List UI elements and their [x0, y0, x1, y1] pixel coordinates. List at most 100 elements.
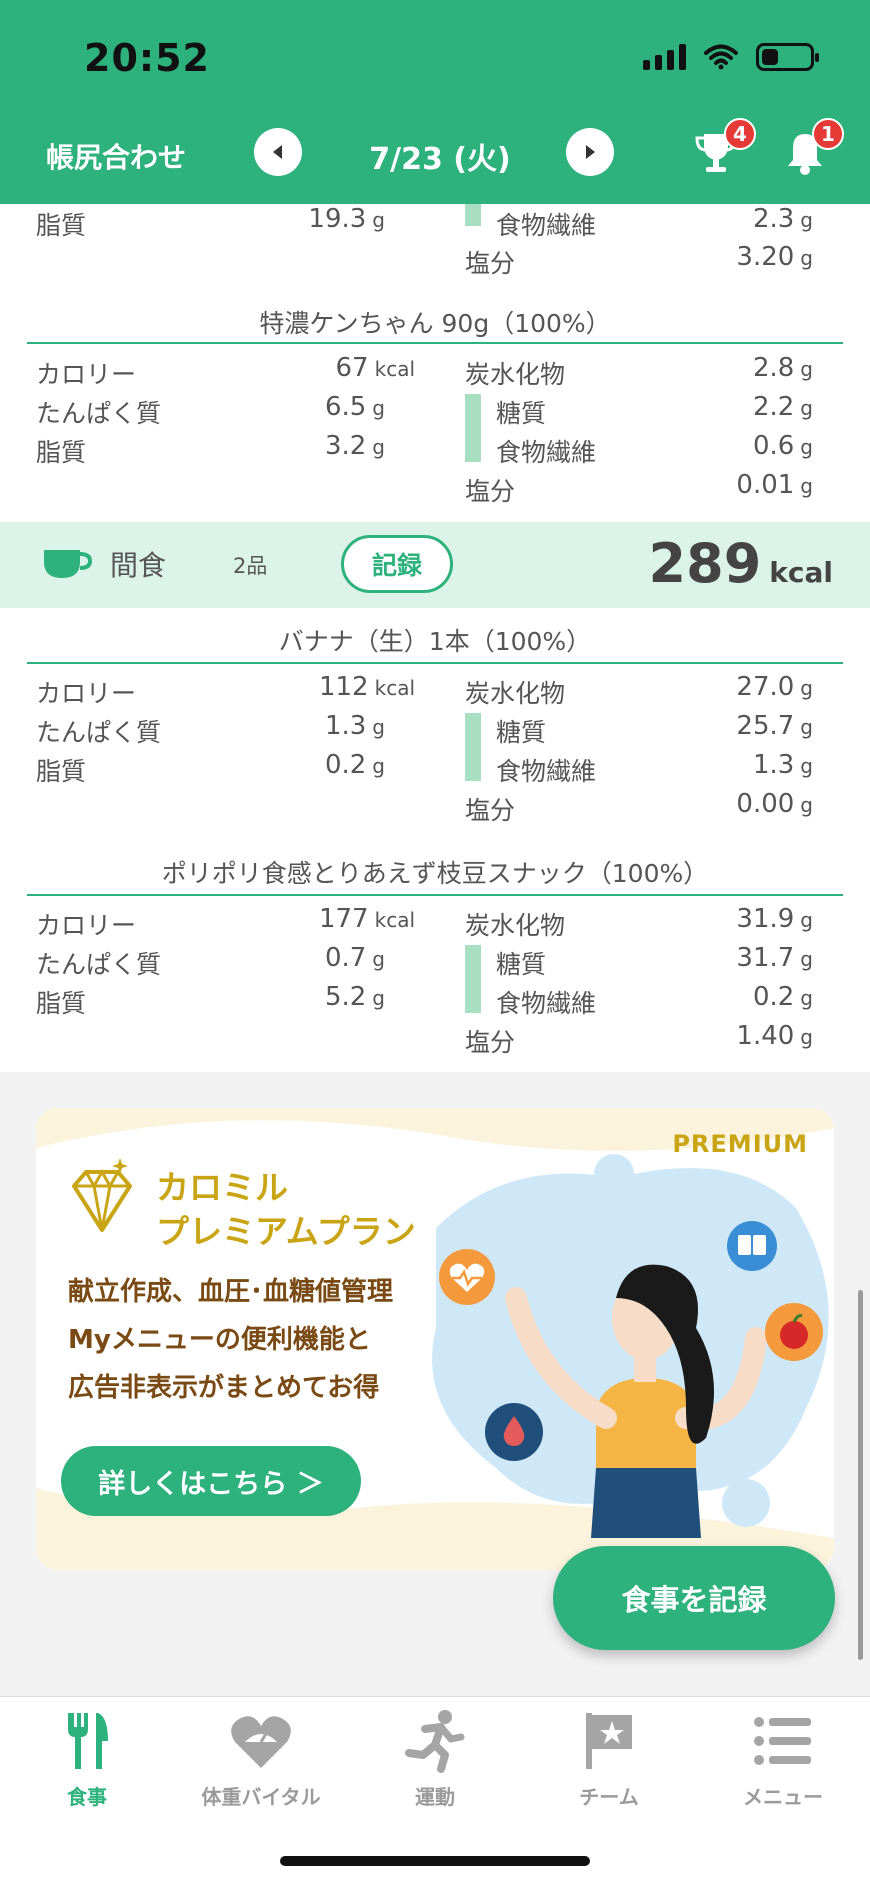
- meal-kcal: 289 kcal: [648, 532, 833, 595]
- chevron-right-icon: [586, 145, 595, 159]
- wifi-icon: [704, 44, 738, 70]
- scrollbar[interactable]: [858, 1290, 863, 1660]
- home-indicator[interactable]: [280, 1856, 590, 1866]
- nutrient-value: 0.2 g: [324, 750, 385, 780]
- nutrient-label: カロリー: [36, 360, 137, 389]
- page-title: 帳尻合わせ: [46, 141, 187, 174]
- trophy-button[interactable]: 4: [694, 118, 756, 180]
- tab-menu[interactable]: メニュー: [696, 1697, 870, 1817]
- heart-scale-icon: [231, 1716, 291, 1768]
- nutrient-label: 脂質: [36, 211, 87, 240]
- nutrient-value: 0.7 g: [324, 943, 385, 973]
- tab-weight-vital[interactable]: 体重バイタル: [174, 1697, 348, 1817]
- apple-icon: [765, 1303, 823, 1361]
- snack-meal-header[interactable]: 間食 2品 記録 289 kcal: [0, 522, 870, 608]
- food-title[interactable]: ポリポリ食感とりあえず枝豆スナック（100%）: [0, 854, 870, 890]
- heart-rate-icon: [439, 1249, 495, 1305]
- carb-breakdown-bar: [465, 945, 481, 1013]
- trophy-badge: 4: [724, 118, 756, 150]
- bell-badge: 1: [812, 118, 844, 150]
- banner-title: カロミル プレミアムプラン: [156, 1168, 416, 1251]
- screen: { "status": { "time": "20:52" }, "header…: [0, 0, 870, 1882]
- divider: [27, 662, 843, 664]
- nutrient-label: 炭水化物: [465, 911, 566, 940]
- blood-drop-icon: [485, 1403, 543, 1461]
- nutrient-label: カロリー: [36, 679, 137, 708]
- nutrient-value: 0.2 g: [752, 982, 813, 1012]
- nutrient-label: 食物繊維: [496, 211, 597, 240]
- food-title[interactable]: 特濃ケンちゃん 90g（100%）: [0, 304, 870, 340]
- tab-team[interactable]: チーム: [522, 1697, 696, 1817]
- nutrient-label: たんぱく質: [36, 950, 162, 979]
- nutrient-label: 脂質: [36, 989, 87, 1018]
- nutrient-label: 脂質: [36, 757, 87, 786]
- runner-icon: [405, 1710, 465, 1773]
- prev-date-button[interactable]: [254, 128, 302, 176]
- record-meal-button[interactable]: 食事を記録: [553, 1546, 835, 1650]
- nutrient-label: たんぱく質: [36, 399, 162, 428]
- nutrient-value: 0.00 g: [736, 789, 813, 819]
- premium-banner[interactable]: PREMIUM カロミル プレミアムプラン 献立作成、血圧･血糖値管理 Myメニ…: [36, 1108, 834, 1570]
- nutrient-value: 19.3 g: [308, 204, 385, 234]
- nutrient-label: 食物繊維: [496, 438, 597, 467]
- nutrient-label: 脂質: [36, 438, 87, 467]
- nutrient-value: 27.0 g: [736, 672, 813, 702]
- next-date-button[interactable]: [566, 128, 614, 176]
- nutrient-value: 2.2 g: [752, 392, 813, 422]
- flag-icon: [586, 1713, 632, 1769]
- nutrient-value: 2.8 g: [752, 353, 813, 383]
- nutrient-label: たんぱく質: [36, 718, 162, 747]
- diamond-icon: [72, 1158, 132, 1232]
- fork-knife-icon: [68, 1713, 108, 1769]
- meal-label: 間食: [110, 549, 167, 582]
- nutrient-label: 炭水化物: [465, 360, 566, 389]
- menu-list-icon: [754, 1717, 811, 1765]
- header: 20:52 帳尻合わせ 7/23 (火) 4 1: [0, 0, 870, 204]
- nutrient-label: 塩分: [465, 249, 516, 278]
- nutrient-value: 1.3 g: [752, 750, 813, 780]
- food-title[interactable]: バナナ（生）1本（100%）: [0, 622, 870, 658]
- notification-button[interactable]: 1: [784, 118, 844, 180]
- cup-icon: [44, 550, 92, 578]
- banner-description: 献立作成、血圧･血糖値管理 Myメニューの便利機能と 広告非表示がまとめてお得: [68, 1277, 394, 1403]
- chevron-left-icon: [273, 145, 282, 159]
- nutrient-label: 塩分: [465, 477, 516, 506]
- battery-icon: [756, 43, 819, 71]
- divider: [27, 342, 843, 344]
- nutrient-value: 177 kcal: [318, 904, 415, 934]
- nutrient-label: 炭水化物: [465, 679, 566, 708]
- tab-exercise[interactable]: 運動: [348, 1697, 522, 1817]
- nutrient-value: 67 kcal: [335, 353, 415, 383]
- premium-tag: PREMIUM: [672, 1130, 808, 1158]
- date-label[interactable]: 7/23 (火): [340, 134, 540, 178]
- nutrient-value: 0.01 g: [736, 470, 813, 500]
- book-icon: [727, 1221, 777, 1271]
- nutrient-value: 112 kcal: [318, 672, 415, 702]
- status-time: 20:52: [84, 36, 210, 80]
- nutrient-value: 1.40 g: [736, 1021, 813, 1051]
- meal-item-count: 2品: [233, 554, 268, 578]
- carb-breakdown-bar: [465, 204, 481, 226]
- nutrient-value: 0.6 g: [752, 431, 813, 461]
- nutrient-label: 塩分: [465, 1028, 516, 1057]
- carb-breakdown-bar: [465, 713, 481, 781]
- premium-details-button[interactable]: 詳しくはこちら ＞: [61, 1446, 361, 1516]
- nutrient-label: 食物繊維: [496, 757, 597, 786]
- tab-meal[interactable]: 食事: [0, 1697, 174, 1817]
- nutrient-value: 5.2 g: [324, 982, 385, 1012]
- nutrient-label: 糖質: [496, 399, 547, 428]
- nutrient-label: 糖質: [496, 718, 547, 747]
- nutrient-value: 2.3 g: [752, 204, 813, 234]
- nutrient-label: 塩分: [465, 796, 516, 825]
- nutrient-value: 25.7 g: [736, 711, 813, 741]
- nutrient-value: 31.7 g: [736, 943, 813, 973]
- nutrient-value: 31.9 g: [736, 904, 813, 934]
- tab-bar: 食事 体重バイタル 運動 チーム メニュー: [0, 1696, 870, 1882]
- record-button[interactable]: 記録: [341, 535, 453, 593]
- nav-row: 帳尻合わせ 7/23 (火) 4 1: [0, 118, 870, 186]
- nutrient-value: 3.2 g: [324, 431, 385, 461]
- nutrient-label: 食物繊維: [496, 989, 597, 1018]
- nutrient-value: 6.5 g: [324, 392, 385, 422]
- carb-breakdown-bar: [465, 394, 481, 462]
- nutrient-label: カロリー: [36, 911, 137, 940]
